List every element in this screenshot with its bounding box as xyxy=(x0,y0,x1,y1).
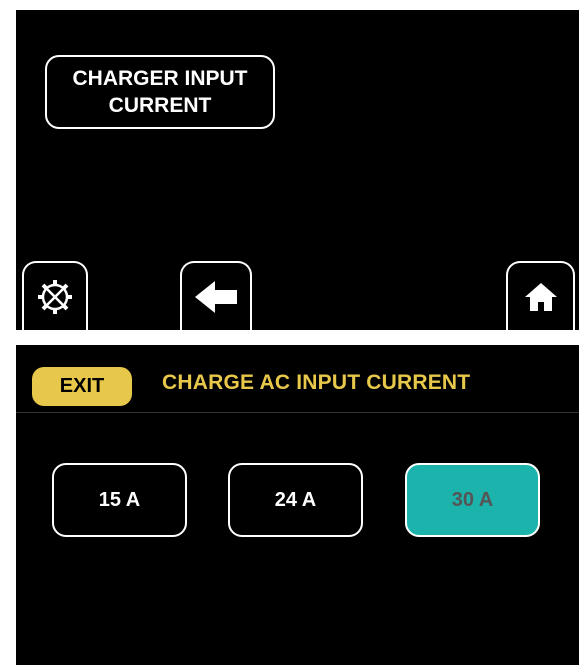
back-arrow-icon xyxy=(195,280,237,313)
exit-button[interactable]: EXIT xyxy=(32,367,132,406)
option-24a-button[interactable]: 24 A xyxy=(228,463,363,537)
page-title: CHARGE AC INPUT CURRENT xyxy=(162,371,471,394)
settings-button[interactable] xyxy=(22,261,88,330)
option-30a-button-selected[interactable]: 30 A xyxy=(405,463,540,537)
home-button[interactable] xyxy=(506,261,575,330)
title-line-1: CHARGER INPUT xyxy=(72,67,248,90)
charger-input-screen: CHARGER INPUT CURRENT xyxy=(16,10,579,330)
home-icon xyxy=(524,282,557,311)
charge-ac-input-current-screen: EXIT CHARGE AC INPUT CURRENT 15 A 24 A 3… xyxy=(16,345,579,665)
header-divider xyxy=(16,412,579,413)
charger-input-current-button[interactable]: CHARGER INPUT CURRENT xyxy=(45,55,275,129)
settings-gear-wrench-icon xyxy=(38,279,72,314)
option-15a-button[interactable]: 15 A xyxy=(52,463,187,537)
title-line-2: CURRENT xyxy=(108,94,212,117)
back-button[interactable] xyxy=(180,261,252,330)
